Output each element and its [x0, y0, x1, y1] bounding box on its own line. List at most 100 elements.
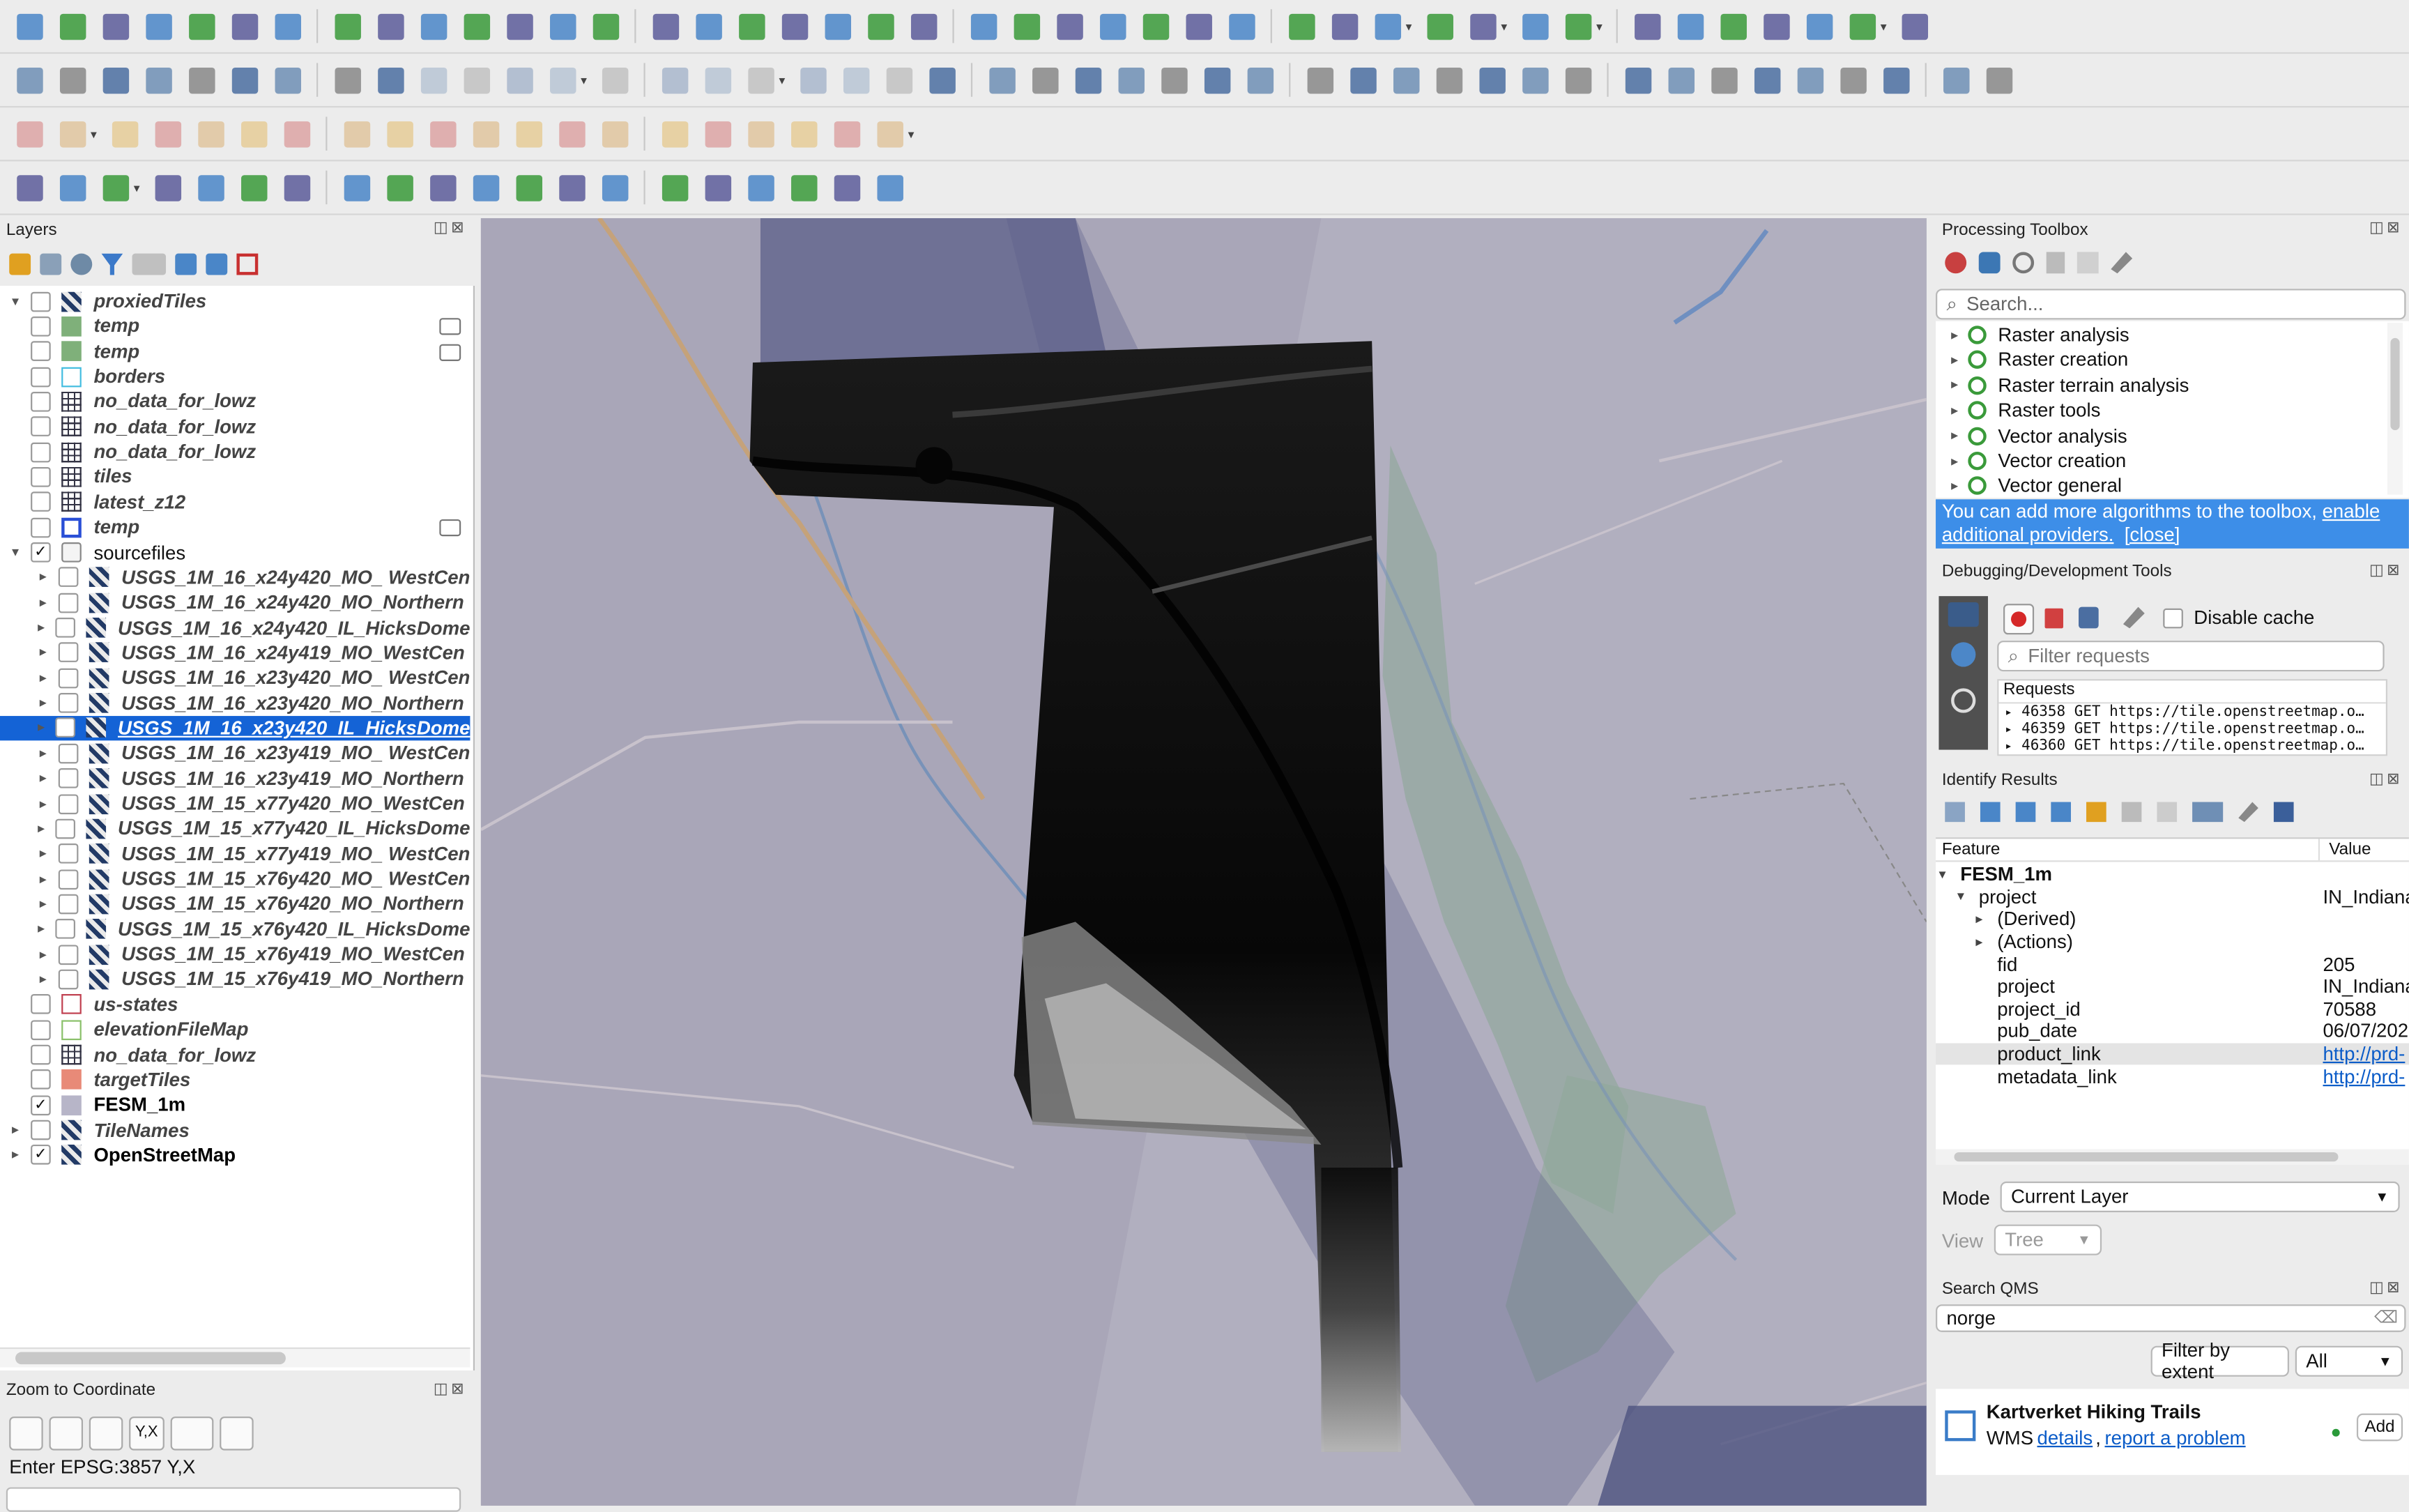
expand-arrow-icon[interactable]: ▸: [28, 644, 59, 661]
toolbar-tool-icon[interactable]: [224, 60, 264, 100]
toolbar-tool-icon[interactable]: [138, 60, 178, 100]
toolbar-tool-icon[interactable]: [1324, 6, 1364, 46]
identify-row[interactable]: product_link http://prd-: [1936, 1043, 2409, 1066]
expand-arrow-icon[interactable]: ▸: [1951, 478, 1958, 494]
expand-arrow-icon[interactable]: ▸: [2005, 722, 2012, 736]
identify-row[interactable]: project IN_Indiana: [1936, 976, 2409, 998]
toolbar-tool-icon[interactable]: [869, 114, 909, 153]
expand-arrow-icon[interactable]: ▾: [0, 293, 31, 310]
identify-row[interactable]: ▾ FESM_1m: [1936, 864, 2409, 886]
toolbar-tool-icon[interactable]: [370, 6, 410, 46]
toolbar-tool-icon[interactable]: [551, 167, 591, 207]
qms-add-button[interactable]: Add: [2356, 1413, 2403, 1442]
toolbar-tool-icon[interactable]: [731, 6, 771, 46]
toolbar-tool-icon[interactable]: [52, 6, 92, 46]
manage-visibility-icon[interactable]: [70, 253, 93, 275]
layer-visibility-checkbox[interactable]: [31, 491, 51, 512]
toolbar-tool-icon[interactable]: [586, 6, 625, 46]
identify-row[interactable]: metadata_link http://prd-: [1936, 1065, 2409, 1087]
chevron-down-icon[interactable]: ▾: [91, 127, 97, 141]
toolbar-tool-icon[interactable]: [499, 6, 539, 46]
toolbar-tool-icon[interactable]: [327, 6, 367, 46]
toolbar-tool-icon[interactable]: [827, 167, 866, 207]
toolbar-tool-icon[interactable]: [379, 167, 419, 207]
qms-report-link[interactable]: report a problem: [2104, 1428, 2245, 1449]
toolbar-tool-icon[interactable]: [181, 60, 221, 100]
expand-arrow-icon[interactable]: ▸: [28, 594, 59, 611]
toolbar-tool-icon[interactable]: [1420, 6, 1460, 46]
toolbar-tool-icon[interactable]: [1661, 60, 1701, 100]
layer-item[interactable]: ▸ USGS_1M_15_x77y420_MO_WestCen: [0, 791, 470, 816]
qms-search-input[interactable]: norge ⌫: [1936, 1304, 2406, 1332]
layer-item[interactable]: ▸ USGS_1M_16_x23y419_MO_ WestCen: [0, 741, 471, 765]
expand-arrow-icon[interactable]: ▸: [28, 719, 55, 736]
layer-item[interactable]: ▸ ✓ USGS_1M_16_x23y420_IL_HicksDome: [0, 715, 471, 741]
toolbar-tool-icon[interactable]: [645, 6, 685, 46]
expand-all-icon[interactable]: [1980, 802, 2001, 823]
zoom-panel-dock-buttons[interactable]: ◫⊠: [434, 1381, 467, 1398]
toolbar-tool-icon[interactable]: [740, 114, 780, 153]
expand-arrow-icon[interactable]: ▸: [0, 1147, 31, 1163]
layer-visibility-checkbox[interactable]: [58, 693, 79, 713]
toolbar-tool-icon[interactable]: [277, 167, 316, 207]
view-select[interactable]: Tree ▼: [1994, 1224, 2102, 1255]
expand-arrow-icon[interactable]: ▸: [28, 569, 59, 586]
layer-visibility-checkbox[interactable]: [58, 743, 79, 763]
toolbar-tool-icon[interactable]: [595, 60, 634, 100]
identify-hscroll[interactable]: [1936, 1149, 2409, 1165]
layer-item[interactable]: ▸ USGS_1M_16_x23y420_MO_Northern: [0, 691, 470, 715]
layer-item[interactable]: ▸ USGS_1M_15_x77y420_IL_HicksDome: [0, 816, 470, 841]
toolbar-tool-icon[interactable]: [1135, 6, 1175, 46]
expand-arrow-icon[interactable]: ▸: [28, 669, 59, 686]
settings-wrench-icon[interactable]: [219, 1416, 254, 1451]
debug-settings-icon[interactable]: [2123, 606, 2145, 629]
requests-list[interactable]: Requests ▸ 46358 GET https://tile.openstr…: [1997, 679, 2388, 756]
toolbar-tool-icon[interactable]: [903, 6, 943, 46]
chevron-down-icon[interactable]: ▾: [1596, 20, 1603, 33]
toolbar-tool-icon[interactable]: [1756, 6, 1796, 46]
expand-arrow-icon[interactable]: ▸: [1951, 402, 1958, 419]
toolbar-tool-icon[interactable]: [1240, 60, 1280, 100]
layer-visibility-checkbox[interactable]: [58, 969, 79, 990]
processing-group-item[interactable]: ▸ Raster creation: [1951, 348, 2128, 372]
request-row[interactable]: ▸ 46360 GET https://tile.openstreetmap.o…: [1998, 738, 2385, 754]
identify-dock-buttons[interactable]: ◫⊠: [2369, 771, 2403, 788]
toolbar-tool-icon[interactable]: [818, 6, 857, 46]
toolbar-tool-icon[interactable]: [466, 114, 505, 153]
toolbar-tool-icon[interactable]: [190, 167, 230, 207]
toolbar-tool-icon[interactable]: [95, 60, 135, 100]
toolbar-tool-icon[interactable]: [1713, 6, 1753, 46]
toolbar-tool-icon[interactable]: [422, 114, 462, 153]
network-tree-icon[interactable]: [1948, 602, 1979, 627]
identify-row[interactable]: fid 205: [1936, 953, 2409, 975]
record-icon[interactable]: [2003, 604, 2035, 635]
toolbar-tool-icon[interactable]: [509, 114, 549, 153]
toolbar-tool-icon[interactable]: [1068, 60, 1108, 100]
filter-expression-icon[interactable]: [132, 253, 167, 275]
layer-visibility-checkbox[interactable]: [58, 894, 79, 915]
expand-arrow-icon[interactable]: ▸: [28, 744, 59, 761]
clear-search-icon[interactable]: ⌫: [2374, 1308, 2398, 1327]
toolbar-tool-icon[interactable]: [267, 60, 307, 100]
toolbar-tool-icon[interactable]: [277, 114, 316, 153]
toolbar-tool-icon[interactable]: [1368, 6, 1407, 46]
chevron-down-icon[interactable]: ▾: [134, 181, 140, 194]
toolbar-tool-icon[interactable]: [1833, 60, 1872, 100]
layer-visibility-checkbox[interactable]: [54, 818, 75, 839]
toolbar-tool-icon[interactable]: [879, 60, 919, 100]
qms-details-link[interactable]: details: [2037, 1428, 2093, 1449]
clear-requests-icon[interactable]: [2044, 608, 2063, 629]
request-row[interactable]: ▸ 46358 GET https://tile.openstreetmap.o…: [1998, 703, 2385, 720]
toolbar-tool-icon[interactable]: [698, 114, 737, 153]
copy-coordinate-icon[interactable]: [49, 1416, 84, 1451]
expand-arrow-icon[interactable]: ▸: [1975, 933, 1982, 950]
toolbar-tool-icon[interactable]: [466, 167, 505, 207]
layer-item[interactable]: ▸ USGS_1M_16_x24y420_IL_HicksDome: [0, 616, 470, 640]
toolbar-tool-icon[interactable]: [234, 114, 273, 153]
toolbar-tool-icon[interactable]: [542, 6, 582, 46]
layer-item[interactable]: ▸ USGS_1M_15_x76y419_MO_Northern: [0, 967, 470, 991]
toolbar-tool-icon[interactable]: [1007, 6, 1046, 46]
layer-item[interactable]: no_data_for_lowz: [0, 415, 470, 439]
layer-visibility-checkbox[interactable]: [58, 593, 79, 613]
expand-tree-icon[interactable]: [1945, 802, 1965, 823]
